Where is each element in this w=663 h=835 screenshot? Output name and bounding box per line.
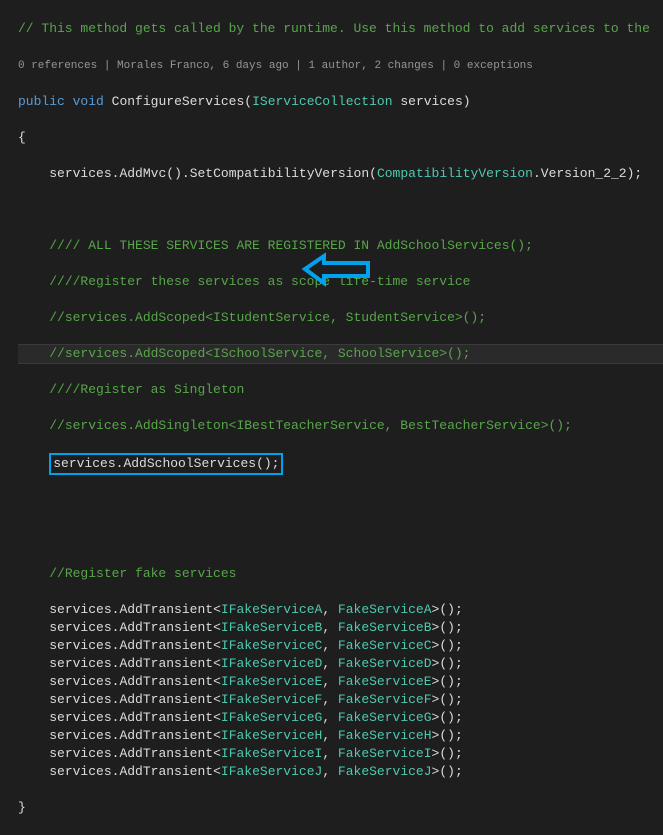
interface-type: IFakeServiceC — [221, 638, 322, 653]
fake-service-line: services.AddTransient<IFakeServiceJ, Fak… — [18, 763, 663, 781]
call-addtransient: AddTransient — [119, 674, 213, 689]
brace-close: } — [18, 800, 26, 815]
call-addtransient: AddTransient — [119, 638, 213, 653]
var-services: services — [49, 764, 111, 779]
fake-service-line: services.AddTransient<IFakeServiceA, Fak… — [18, 601, 663, 619]
var-services: services — [49, 692, 111, 707]
call-addschool: AddSchoolServices — [123, 456, 256, 471]
comment-line: ////Register these services as scope lif… — [49, 274, 470, 289]
class-type: FakeServiceH — [338, 728, 432, 743]
var-services: services — [49, 674, 111, 689]
call-addtransient: AddTransient — [119, 746, 213, 761]
interface-type: IFakeServiceF — [221, 692, 322, 707]
call-addtransient: AddTransient — [119, 764, 213, 779]
paren-open: ( — [244, 94, 252, 109]
class-type: FakeServiceE — [338, 674, 432, 689]
call-addtransient: AddTransient — [119, 656, 213, 671]
param-type: IServiceCollection — [252, 94, 392, 109]
fake-service-line: services.AddTransient<IFakeServiceG, Fak… — [18, 709, 663, 727]
arrow-icon — [300, 252, 375, 287]
call-setcompat: SetCompatibilityVersion — [190, 166, 369, 181]
type-compatver: CompatibilityVersion — [377, 166, 533, 181]
comment-line: //// ALL THESE SERVICES ARE REGISTERED I… — [49, 238, 533, 253]
call-addmvc: AddMvc — [119, 166, 166, 181]
code-editor[interactable]: // This method gets called by the runtim… — [0, 0, 663, 835]
class-type: FakeServiceF — [338, 692, 432, 707]
keyword-public: public — [18, 94, 65, 109]
comment-line: // This method gets called by the runtim… — [18, 21, 650, 36]
interface-type: IFakeServiceB — [221, 620, 322, 635]
fake-service-line: services.AddTransient<IFakeServiceD, Fak… — [18, 655, 663, 673]
interface-type: IFakeServiceI — [221, 746, 322, 761]
interface-type: IFakeServiceE — [221, 674, 322, 689]
var-services: services — [49, 656, 111, 671]
var-services: services — [49, 166, 111, 181]
interface-type: IFakeServiceJ — [221, 764, 322, 779]
var-services: services — [49, 746, 111, 761]
enum-value: Version_2_2 — [541, 166, 627, 181]
highlighted-box: services.AddSchoolServices(); — [49, 453, 283, 475]
fake-service-line: services.AddTransient<IFakeServiceF, Fak… — [18, 691, 663, 709]
var-services: services — [49, 602, 111, 617]
var-services: services — [53, 456, 115, 471]
interface-type: IFakeServiceG — [221, 710, 322, 725]
var-services: services — [49, 728, 111, 743]
method-name: ConfigureServices — [112, 94, 245, 109]
class-type: FakeServiceA — [338, 602, 432, 617]
comment-line: ////Register as Singleton — [49, 382, 244, 397]
call-addtransient: AddTransient — [119, 728, 213, 743]
codelens-info[interactable]: 0 references | Morales Franco, 6 days ag… — [18, 60, 533, 72]
call-addtransient: AddTransient — [119, 692, 213, 707]
fake-service-line: services.AddTransient<IFakeServiceC, Fak… — [18, 637, 663, 655]
class-type: FakeServiceG — [338, 710, 432, 725]
keyword-void: void — [73, 94, 104, 109]
comment-line: //services.AddScoped<ISchoolService, Sch… — [49, 346, 470, 361]
class-type: FakeServiceI — [338, 746, 432, 761]
var-services: services — [49, 710, 111, 725]
class-type: FakeServiceD — [338, 656, 432, 671]
interface-type: IFakeServiceA — [221, 602, 322, 617]
comment-line: //services.AddSingleton<IBestTeacherServ… — [49, 418, 572, 433]
comment-line: //services.AddScoped<IStudentService, St… — [49, 310, 486, 325]
call-addtransient: AddTransient — [119, 620, 213, 635]
param-name: services — [400, 94, 462, 109]
fake-service-line: services.AddTransient<IFakeServiceI, Fak… — [18, 745, 663, 763]
paren-close: ) — [463, 94, 471, 109]
class-type: FakeServiceJ — [338, 764, 432, 779]
call-addtransient: AddTransient — [119, 710, 213, 725]
class-type: FakeServiceB — [338, 620, 432, 635]
comment-fake: //Register fake services — [49, 566, 236, 581]
call-addtransient: AddTransient — [119, 602, 213, 617]
brace-open: { — [18, 130, 26, 145]
var-services: services — [49, 638, 111, 653]
fake-service-line: services.AddTransient<IFakeServiceE, Fak… — [18, 673, 663, 691]
class-type: FakeServiceC — [338, 638, 432, 653]
fake-service-line: services.AddTransient<IFakeServiceB, Fak… — [18, 619, 663, 637]
interface-type: IFakeServiceD — [221, 656, 322, 671]
fake-service-line: services.AddTransient<IFakeServiceH, Fak… — [18, 727, 663, 745]
interface-type: IFakeServiceH — [221, 728, 322, 743]
var-services: services — [49, 620, 111, 635]
